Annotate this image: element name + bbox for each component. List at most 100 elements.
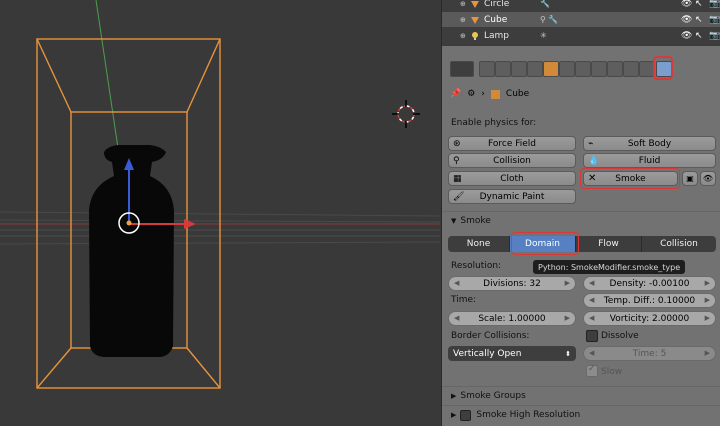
tab-scene[interactable]: [511, 61, 527, 77]
force-field-label: Force Field: [488, 138, 536, 149]
resolution-label: Resolution:: [451, 261, 502, 271]
fluid-button[interactable]: 💧 Fluid: [583, 153, 716, 168]
soft-body-icon: ⌁: [588, 139, 594, 149]
decrement-arrow-icon[interactable]: ◀: [589, 296, 594, 304]
border-collisions-value: Vertically Open: [453, 348, 522, 359]
dissolve-checkbox[interactable]: [586, 330, 598, 342]
force-field-icon: ⊛: [453, 139, 461, 149]
lamp-data-icon: ✳: [540, 31, 547, 40]
bottle-silhouette: [89, 145, 174, 357]
decrement-arrow-icon: ◀: [589, 349, 595, 357]
breadcrumb-arrow-icon: ›: [481, 89, 485, 99]
decrement-arrow-icon[interactable]: ◀: [589, 279, 594, 287]
increment-arrow-icon[interactable]: ▶: [705, 296, 710, 304]
tab-world[interactable]: [527, 61, 543, 77]
mesh-data-icon: ⚲ 🔧: [540, 15, 559, 24]
smoke-panel-header[interactable]: ▼ Smoke: [442, 211, 720, 230]
selectable-cursor-icon[interactable]: ↖: [695, 0, 705, 9]
tab-object[interactable]: [543, 61, 559, 77]
render-camera-icon[interactable]: 📷: [709, 0, 720, 9]
enable-physics-label: Enable physics for:: [451, 118, 537, 128]
smoke-groups-title: Smoke Groups: [460, 391, 526, 401]
outliner-row-circle[interactable]: ⊕ Circle 🔧 👁 ↖ 📷: [442, 0, 720, 11]
panel-collapsed-triangle-icon: ▶: [451, 392, 457, 400]
3d-viewport[interactable]: [0, 0, 440, 426]
smoke-viewport-toggle-icon[interactable]: 👁: [700, 171, 716, 186]
collision-button[interactable]: ⚲ Collision: [448, 153, 576, 168]
cloth-button[interactable]: ▦ Cloth: [448, 171, 576, 186]
slow-label: Slow: [601, 367, 623, 377]
tab-modifiers[interactable]: [575, 61, 591, 77]
collision-icon: ⚲: [453, 156, 460, 166]
slow-checkbox: ✓: [586, 364, 598, 377]
outliner-item-label: Cube: [484, 14, 508, 25]
dissolve-label: Dissolve: [601, 331, 639, 341]
density-field[interactable]: ◀ Density: -0.00100 ▶: [583, 276, 716, 291]
force-field-button[interactable]: ⊛ Force Field: [448, 136, 576, 151]
breadcrumb: 📌 ⚙ › Cube: [450, 87, 529, 101]
panel-collapsed-triangle-icon: ▶: [451, 411, 457, 419]
expand-icon[interactable]: ⊕: [460, 16, 466, 24]
density-value: Density: -0.00100: [609, 278, 690, 289]
viewport-canvas: [0, 0, 440, 389]
border-collisions-dropdown[interactable]: Vertically Open ⬍: [448, 346, 576, 361]
dynamic-paint-button[interactable]: 🖌 Dynamic Paint: [448, 189, 576, 204]
lamp-object-icon: [472, 31, 478, 40]
scene-icon: ⚙: [467, 89, 476, 99]
python-tooltip: Python: SmokeModifier.smoke_type: [533, 260, 685, 274]
vorticity-field[interactable]: ◀ Vorticity: 2.00000 ▶: [583, 311, 716, 326]
editor-type-dropdown-icon[interactable]: [450, 61, 474, 77]
panel-expanded-triangle-icon: ▼: [451, 217, 457, 225]
tab-constraints[interactable]: [559, 61, 575, 77]
outliner-row-cube[interactable]: ⊕ Cube ⚲ 🔧 👁 ↖ 📷: [442, 12, 720, 27]
smoke-high-res-title: Smoke High Resolution: [476, 410, 581, 420]
smoke-type-flow[interactable]: Flow: [576, 236, 642, 252]
visibility-eye-icon[interactable]: 👁: [681, 31, 692, 41]
vorticity-value: Vorticity: 2.00000: [609, 313, 690, 324]
increment-arrow-icon[interactable]: ▶: [705, 314, 710, 322]
decrement-arrow-icon[interactable]: ◀: [454, 279, 459, 287]
soft-body-button[interactable]: ⌁ Soft Body: [583, 136, 716, 151]
smoke-groups-panel-header[interactable]: ▶ Smoke Groups: [442, 386, 720, 405]
smoke-type-none[interactable]: None: [448, 236, 510, 252]
decrement-arrow-icon[interactable]: ◀: [589, 314, 594, 322]
smoke-high-res-panel-header[interactable]: ▶ Smoke High Resolution: [442, 405, 720, 424]
tab-material[interactable]: [607, 61, 623, 77]
increment-arrow-icon[interactable]: ▶: [565, 279, 570, 287]
expand-icon[interactable]: ⊕: [460, 0, 466, 8]
render-camera-icon[interactable]: 📷: [709, 15, 720, 25]
pin-icon[interactable]: 📌: [450, 89, 461, 99]
outliner-row-lamp[interactable]: ⊕ Lamp ✳ 👁 ↖ 📷: [442, 28, 720, 43]
divisions-field[interactable]: ◀ Divisions: 32 ▶: [448, 276, 576, 291]
time-scale-field[interactable]: ◀ Scale: 1.00000 ▶: [448, 311, 576, 326]
highlight-box: [511, 232, 579, 255]
collision-label: Collision: [493, 155, 531, 166]
tab-render[interactable]: [479, 61, 495, 77]
selectable-cursor-icon[interactable]: ↖: [695, 15, 705, 25]
divisions-value: Divisions: 32: [483, 278, 541, 289]
tab-render-layers[interactable]: [495, 61, 511, 77]
dissolve-time-value: Time: 5: [632, 348, 667, 359]
temp-diff-field[interactable]: ◀ Temp. Diff.: 0.10000 ▶: [583, 293, 716, 308]
temp-diff-value: Temp. Diff.: 0.10000: [603, 295, 696, 306]
visibility-eye-icon[interactable]: 👁: [681, 15, 692, 25]
outliner-item-label: Circle: [484, 0, 510, 9]
selectable-cursor-icon[interactable]: ↖: [695, 31, 705, 41]
border-collisions-label: Border Collisions:: [451, 331, 530, 341]
mesh-object-icon: [471, 0, 479, 8]
render-camera-icon[interactable]: 📷: [709, 31, 720, 41]
tab-texture[interactable]: [623, 61, 639, 77]
smoke-type-collision[interactable]: Collision: [642, 236, 716, 252]
smoke-render-toggle-icon[interactable]: ▣: [682, 171, 698, 186]
increment-arrow-icon[interactable]: ▶: [565, 314, 570, 322]
modifier-wrench-icon: 🔧: [540, 0, 550, 8]
increment-arrow-icon[interactable]: ▶: [705, 279, 710, 287]
increment-arrow-icon: ▶: [704, 349, 710, 357]
visibility-eye-icon[interactable]: 👁: [681, 0, 692, 9]
expand-icon[interactable]: ⊕: [460, 32, 466, 40]
tab-data[interactable]: [591, 61, 607, 77]
fluid-label: Fluid: [638, 155, 661, 166]
decrement-arrow-icon[interactable]: ◀: [454, 314, 459, 322]
smoke-type-selector: None Domain Flow Collision: [448, 236, 716, 252]
smoke-high-res-checkbox[interactable]: [460, 409, 472, 421]
